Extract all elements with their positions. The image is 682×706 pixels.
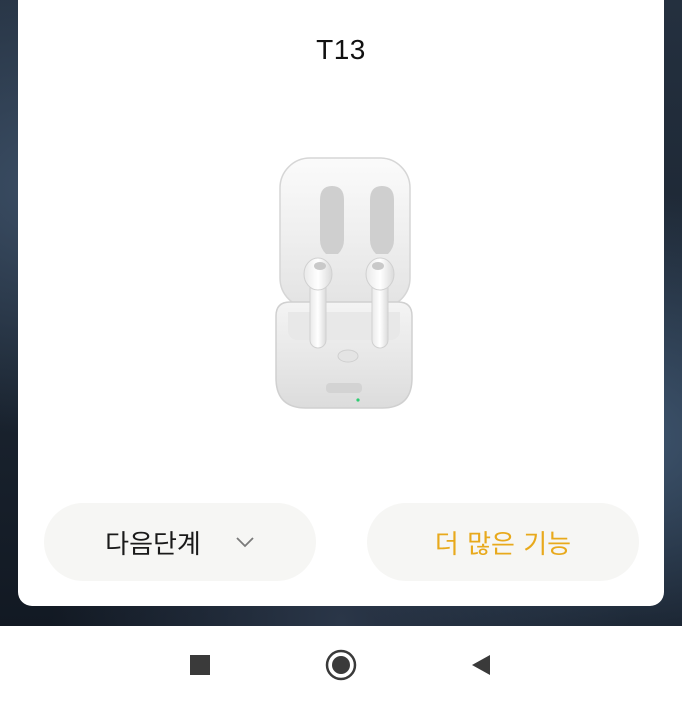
triangle-left-icon — [472, 655, 490, 675]
chevron-down-icon — [236, 537, 254, 548]
next-step-button[interactable]: 다음단계 — [44, 503, 316, 581]
device-title: T13 — [316, 34, 366, 65]
square-icon — [190, 655, 210, 675]
recents-button[interactable] — [182, 649, 218, 681]
more-features-button[interactable]: 더 많은 기능 — [367, 503, 639, 581]
earbuds-case-image — [275, 157, 413, 409]
next-step-label: 다음단계 — [105, 529, 201, 560]
more-features-label: 더 많은 기능 — [434, 529, 572, 560]
circle-icon — [325, 649, 357, 681]
device-dialog: T13 다음단계 더 많은 기능 — [18, 0, 664, 606]
home-button[interactable] — [323, 649, 359, 681]
back-button[interactable] — [463, 649, 499, 681]
